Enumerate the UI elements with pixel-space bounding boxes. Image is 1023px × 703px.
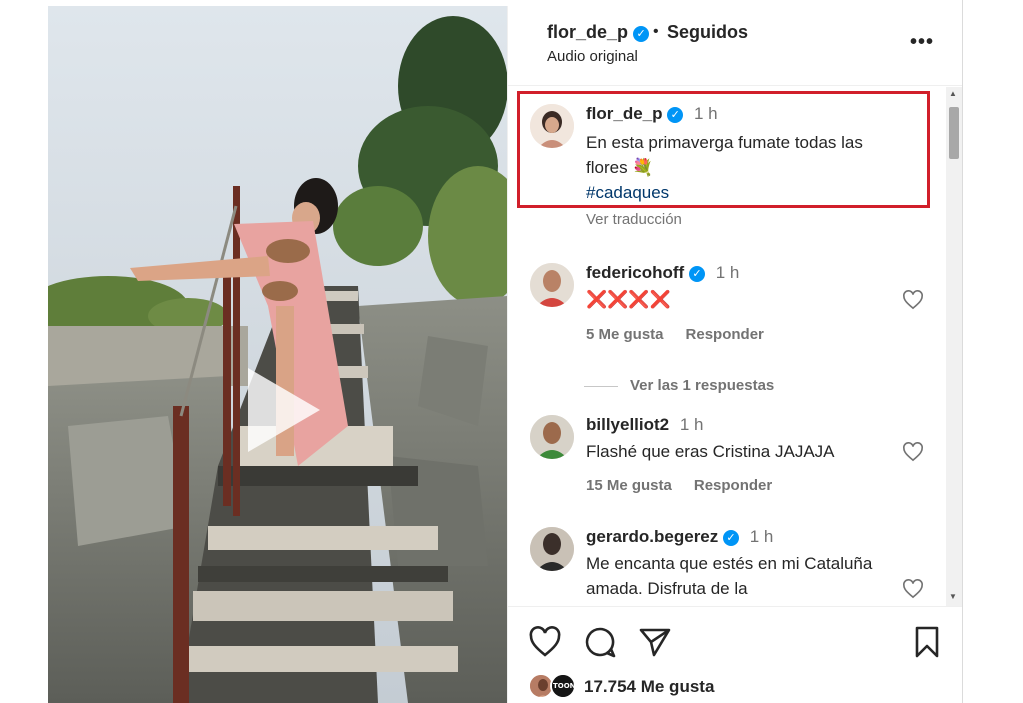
heart-icon[interactable]	[902, 579, 924, 599]
liker-avatar-badge: TOON	[553, 682, 576, 690]
send-icon[interactable]	[638, 625, 672, 659]
comment-meta: 5 Me gusta Responder	[586, 326, 786, 343]
comment-username[interactable]: federicohoff ✓ 1 h	[586, 263, 739, 283]
comment-likes[interactable]: 5 Me gusta	[586, 326, 664, 343]
view-replies-text[interactable]: Ver las 1 respuestas	[630, 377, 774, 394]
comment-likes[interactable]: 15 Me gusta	[586, 477, 672, 494]
verified-icon: ✓	[633, 26, 650, 42]
scroll-up-arrow-icon[interactable]: ▲	[949, 89, 957, 98]
scroll-down-arrow-icon[interactable]: ▼	[949, 592, 957, 601]
video-frame-illustration	[48, 6, 507, 703]
caption-highlight-box	[517, 91, 930, 208]
comment-username-text[interactable]: gerardo.begerez	[586, 527, 718, 546]
comment-avatar[interactable]	[530, 415, 574, 459]
comment-time[interactable]: 1 h	[716, 263, 740, 282]
comment-text: ❌❌❌❌	[586, 290, 671, 309]
audio-link[interactable]: Audio original	[547, 48, 638, 65]
comment-username-text[interactable]: federicohoff	[586, 263, 684, 282]
heart-icon[interactable]	[528, 625, 562, 659]
post-header: flor_de_p ✓ • Seguidos Audio original ••…	[508, 6, 963, 86]
play-icon[interactable]	[242, 364, 324, 456]
see-translation-link[interactable]: Ver traducción	[586, 211, 682, 228]
left-gutter	[0, 0, 48, 703]
verified-icon: ✓	[688, 266, 705, 282]
replies-divider	[584, 385, 618, 387]
reply-button[interactable]: Responder	[686, 326, 764, 343]
following-button[interactable]: Seguidos	[667, 22, 748, 43]
verified-icon: ✓	[723, 530, 739, 546]
header-separator: •	[653, 23, 659, 40]
comment-text: Me encanta que estés en mi Cataluña amad…	[586, 554, 873, 598]
post-actions: TOON 17.754 Me gusta	[508, 606, 963, 703]
comment-text: Flashé que eras Cristina JAJAJA	[586, 442, 835, 461]
comment-avatar[interactable]	[530, 263, 574, 307]
comment-username-text[interactable]: billyelliot2	[586, 415, 669, 434]
liker-avatar[interactable]: TOON	[550, 673, 576, 699]
heart-icon[interactable]	[902, 442, 924, 462]
comment-avatar[interactable]	[530, 527, 574, 571]
more-options-icon[interactable]: •••	[910, 31, 934, 54]
comment-time[interactable]: 1 h	[680, 415, 704, 434]
header-username-text[interactable]: flor_de_p	[547, 22, 628, 42]
bookmark-icon[interactable]	[910, 625, 944, 659]
comment-avatar-image	[530, 263, 574, 307]
reply-button[interactable]: Responder	[694, 477, 772, 494]
likes-count[interactable]: 17.754 Me gusta	[584, 677, 714, 697]
scroll-thumb[interactable]	[949, 107, 959, 159]
comment-icon[interactable]	[583, 625, 617, 659]
comment-avatar-image	[530, 415, 574, 459]
comment-avatar-image	[530, 527, 574, 571]
comments-scrollbar[interactable]: ▲ ▼	[946, 87, 962, 606]
right-gutter	[962, 0, 1023, 703]
heart-icon[interactable]	[902, 290, 924, 310]
instagram-post-modal: flor_de_p ✓ • Seguidos Audio original ••…	[0, 0, 1023, 703]
view-replies-link[interactable]: Ver las 1 respuestas	[584, 377, 774, 394]
comments-list[interactable]: flor_de_p ✓ 1 h En esta primaverga fumat…	[508, 87, 963, 606]
comment-username[interactable]: billyelliot2 1 h	[586, 415, 704, 435]
post-side-panel: flor_de_p ✓ • Seguidos Audio original ••…	[507, 6, 963, 703]
comment-username[interactable]: gerardo.begerez ✓ 1 h	[586, 527, 773, 547]
header-username[interactable]: flor_de_p ✓	[547, 22, 650, 43]
comment-time[interactable]: 1 h	[750, 527, 774, 546]
comment-meta: 15 Me gusta Responder	[586, 477, 794, 494]
post-video[interactable]	[48, 6, 507, 703]
